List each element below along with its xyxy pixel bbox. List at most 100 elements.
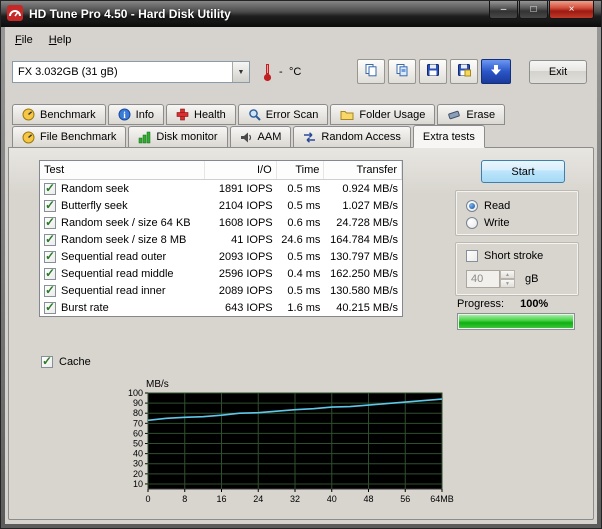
tab-file-benchmark[interactable]: File Benchmark: [12, 126, 126, 148]
tab-label: AAM: [258, 131, 282, 143]
radio-read[interactable]: [466, 200, 478, 212]
speaker-icon: [240, 131, 253, 144]
mode-option-read[interactable]: Read: [466, 197, 578, 214]
toolbar-button-group: [357, 59, 478, 84]
test-checkbox[interactable]: [44, 268, 56, 280]
disk-monitor-icon: [138, 131, 151, 144]
test-checkbox[interactable]: [44, 200, 56, 212]
window-body: FileHelp FX 3.032GB (31 gB) ▼ - °C Exit …: [5, 27, 597, 524]
stepper-up-button[interactable]: ▲: [500, 270, 515, 279]
app-icon: [7, 5, 23, 24]
svg-text:8: 8: [182, 494, 187, 504]
io-value: 41 IOPS: [205, 234, 277, 246]
stepper-down-button[interactable]: ▼: [500, 279, 515, 288]
random-access-icon: [303, 131, 316, 144]
table-row: Random seek 1891 IOPS 0.5 ms 0.924 MB/s: [40, 180, 402, 197]
cache-checkbox[interactable]: [41, 356, 53, 368]
tab-aam[interactable]: AAM: [230, 126, 292, 148]
transfer-value: 1.027 MB/s: [324, 200, 402, 212]
folder-icon: [340, 109, 354, 121]
window-controls: – □ ×: [489, 1, 594, 19]
tab-label: Erase: [466, 109, 495, 121]
test-checkbox[interactable]: [44, 183, 56, 195]
cache-option[interactable]: Cache: [41, 356, 91, 368]
tab-health[interactable]: Health: [166, 104, 236, 125]
tab-extra-tests[interactable]: Extra tests: [413, 125, 485, 148]
chart-svg: 1020304050607080901000816243240485664MBM…: [104, 377, 474, 517]
test-name: Sequential read middle: [61, 268, 174, 280]
table-row: Burst rate 643 IOPS 1.6 ms 40.215 MB/s: [40, 299, 402, 316]
thermometer-icon: [263, 61, 272, 85]
time-value: 0.5 ms: [277, 251, 325, 263]
svg-text:10: 10: [133, 479, 143, 489]
test-checkbox[interactable]: [44, 217, 56, 229]
time-value: 0.6 ms: [277, 217, 325, 229]
tab-erase[interactable]: Erase: [437, 104, 505, 125]
col-header-time: Time: [277, 161, 325, 179]
tab-random-access[interactable]: Random Access: [293, 126, 410, 148]
cache-label: Cache: [59, 356, 91, 368]
tab-row-1: Benchmark iInfoHealthError ScanFolder Usa…: [12, 104, 505, 125]
test-checkbox[interactable]: [44, 285, 56, 297]
save-text-button[interactable]: [419, 59, 447, 84]
svg-text:50: 50: [133, 439, 143, 449]
tab-disk-monitor[interactable]: Disk monitor: [128, 126, 227, 148]
test-checkbox[interactable]: [44, 234, 56, 246]
tab-benchmark[interactable]: Benchmark: [12, 104, 106, 125]
svg-text:40: 40: [133, 449, 143, 459]
benchmark-icon: [22, 108, 35, 121]
exit-button[interactable]: Exit: [529, 60, 587, 84]
radio-write[interactable]: [466, 217, 478, 229]
table-row: Butterfly seek 2104 IOPS 0.5 ms 1.027 MB…: [40, 197, 402, 214]
short-stroke-checkbox[interactable]: [466, 250, 478, 262]
copy-text-button[interactable]: [357, 59, 385, 84]
save-image-button[interactable]: [450, 59, 478, 84]
svg-text:70: 70: [133, 418, 143, 428]
save-image-icon: [457, 63, 471, 80]
titlebar[interactable]: HD Tune Pro 4.50 - Hard Disk Utility – □…: [1, 1, 601, 27]
mode-option-write[interactable]: Write: [466, 214, 578, 231]
svg-text:24: 24: [253, 494, 263, 504]
short-stroke-size-input[interactable]: 40: [466, 270, 500, 288]
io-value: 2596 IOPS: [205, 268, 277, 280]
io-value: 2104 IOPS: [205, 200, 277, 212]
table-row: Random seek / size 64 KB 1608 IOPS 0.6 m…: [40, 214, 402, 231]
start-button[interactable]: Start: [481, 160, 565, 183]
copy-image-icon: [395, 63, 409, 80]
tab-error-scan[interactable]: Error Scan: [238, 104, 329, 125]
test-name: Random seek: [61, 183, 129, 195]
copy-image-button[interactable]: [388, 59, 416, 84]
error-scan-icon: [248, 108, 261, 121]
tab-label: Benchmark: [40, 109, 96, 121]
minimize-button[interactable]: –: [489, 1, 518, 19]
time-value: 24.6 ms: [277, 234, 325, 246]
svg-text:90: 90: [133, 398, 143, 408]
test-name: Sequential read inner: [61, 285, 166, 297]
transfer-value: 130.580 MB/s: [324, 285, 402, 297]
drive-select[interactable]: FX 3.032GB (31 gB) ▼: [12, 61, 250, 83]
test-name: Sequential read outer: [61, 251, 166, 263]
capture-button[interactable]: [481, 59, 511, 84]
tab-info[interactable]: iInfo: [108, 104, 164, 125]
col-header-test: Test: [40, 161, 205, 179]
maximize-button[interactable]: □: [519, 1, 548, 19]
test-name: Butterfly seek: [61, 200, 128, 212]
chevron-down-icon: ▼: [232, 62, 249, 82]
menu-help[interactable]: Help: [41, 31, 80, 49]
test-checkbox[interactable]: [44, 302, 56, 314]
test-name: Burst rate: [61, 302, 109, 314]
test-checkbox[interactable]: [44, 251, 56, 263]
transfer-value: 24.728 MB/s: [324, 217, 402, 229]
copy-icon: [364, 63, 378, 80]
menu-file[interactable]: File: [7, 31, 41, 49]
extra-tests-panel: Test I/O Time Transfer Random seek 1891 …: [8, 147, 594, 520]
table-row: Sequential read outer 2093 IOPS 0.5 ms 1…: [40, 248, 402, 265]
close-button[interactable]: ×: [549, 1, 594, 19]
tab-folder-usage[interactable]: Folder Usage: [330, 104, 435, 125]
io-value: 2093 IOPS: [205, 251, 277, 263]
tab-label: Extra tests: [423, 131, 475, 143]
svg-text:16: 16: [216, 494, 226, 504]
table-row: Random seek / size 8 MB 41 IOPS 24.6 ms …: [40, 231, 402, 248]
short-stroke-option[interactable]: Short stroke: [456, 243, 578, 262]
save-icon: [426, 63, 440, 80]
